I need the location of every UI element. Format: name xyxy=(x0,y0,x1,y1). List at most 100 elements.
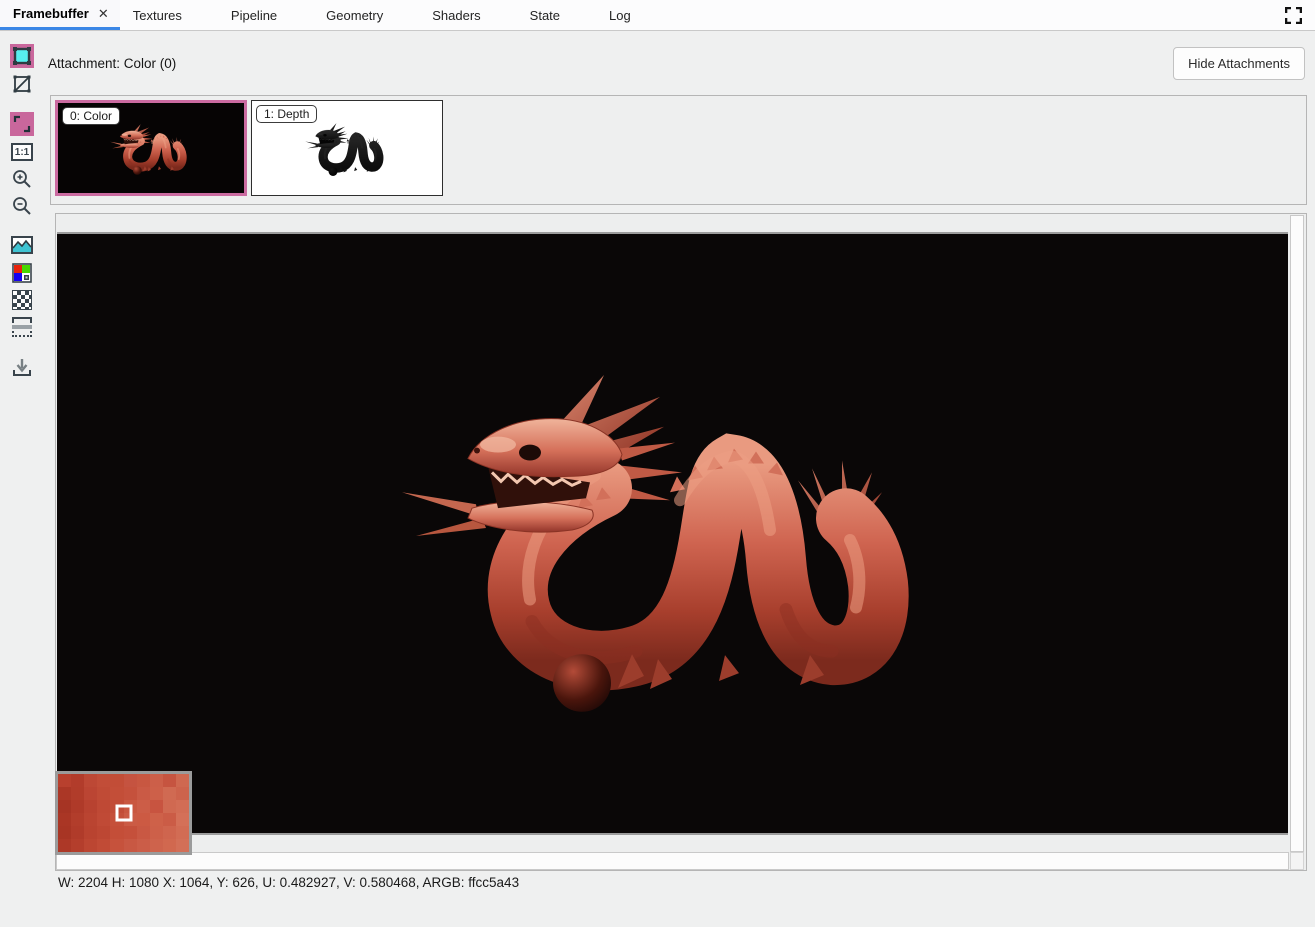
magnifier-pixel xyxy=(137,774,150,787)
attachment-thumb-color[interactable]: 0: Color xyxy=(55,100,247,196)
tab-textures-label: Textures xyxy=(133,8,182,23)
magnifier-pixel xyxy=(110,787,123,800)
hide-attachments-button[interactable]: Hide Attachments xyxy=(1173,47,1305,80)
magnifier-pixel xyxy=(124,787,137,800)
magnifier-pixel xyxy=(110,774,123,787)
attachment-thumb-depth[interactable]: 1: Depth xyxy=(251,100,443,196)
status-bar: W: 2204 H: 1080 X: 1064, Y: 626, U: 0.48… xyxy=(58,875,519,890)
viewer-toolbar: 1:1 xyxy=(0,31,46,927)
tab-pipeline-label: Pipeline xyxy=(231,8,277,23)
magnifier-pixel xyxy=(58,787,71,800)
magnifier-pixel xyxy=(150,787,163,800)
magnifier-pixel xyxy=(176,787,189,800)
magnifier-pixel xyxy=(84,800,97,813)
magnifier-pixel xyxy=(97,774,110,787)
magnifier-pixel xyxy=(163,800,176,813)
magnifier-pixel xyxy=(124,826,137,839)
tab-framebuffer[interactable]: Framebuffer ✕ xyxy=(0,0,120,30)
magnifier-pixel xyxy=(137,839,150,852)
magnifier-pixel xyxy=(84,774,97,787)
zoom-in-button[interactable] xyxy=(10,167,34,191)
horizontal-scrollbar[interactable] xyxy=(56,852,1289,870)
tab-log[interactable]: Log xyxy=(609,0,631,30)
magnifier-pixel xyxy=(150,800,163,813)
rgba-channels-icon xyxy=(12,263,32,283)
tab-pipeline[interactable]: Pipeline xyxy=(231,0,277,30)
save-image-button[interactable] xyxy=(10,355,34,379)
pixel-magnifier xyxy=(55,771,192,855)
magnifier-pixel xyxy=(163,813,176,826)
magnifier-pixel xyxy=(58,826,71,839)
magnifier-pixel xyxy=(97,787,110,800)
pixel-info-text: W: 2204 H: 1080 X: 1064, Y: 626, U: 0.48… xyxy=(58,875,519,890)
magnifier-pixel xyxy=(137,800,150,813)
magnifier-pixel xyxy=(176,839,189,852)
magnifier-pixel xyxy=(58,839,71,852)
tab-spacer xyxy=(120,0,133,30)
magnifier-pixel xyxy=(110,839,123,852)
magnifier-pixel xyxy=(58,813,71,826)
tab-textures[interactable]: Textures xyxy=(133,0,182,30)
actual-size-button[interactable]: 1:1 xyxy=(10,140,34,164)
attachments-panel: 0: Color 1: Depth xyxy=(50,95,1307,205)
magnifier-pixel xyxy=(97,800,110,813)
magnifier-pixel xyxy=(163,839,176,852)
alpha-checker-button[interactable] xyxy=(10,288,34,312)
rgba-channels-button[interactable] xyxy=(10,261,34,285)
magnifier-pixel xyxy=(150,839,163,852)
magnifier-pixel xyxy=(84,813,97,826)
image-view-button[interactable] xyxy=(10,233,34,257)
magnifier-pixel xyxy=(176,826,189,839)
tab-framebuffer-label: Framebuffer xyxy=(13,6,89,21)
magnifier-pixel xyxy=(163,774,176,787)
image-viewport xyxy=(55,213,1307,871)
save-image-icon xyxy=(12,357,32,377)
fit-window-button[interactable] xyxy=(10,112,34,136)
magnifier-reticle xyxy=(115,805,132,822)
zoom-in-icon xyxy=(12,169,32,189)
alpha-checker-icon xyxy=(12,290,32,310)
attachment-label: Attachment: Color (0) xyxy=(48,56,176,71)
attachment-thumb-depth-label: 1: Depth xyxy=(256,105,317,123)
magnifier-pixel xyxy=(150,826,163,839)
vertical-scrollbar[interactable] xyxy=(1290,215,1304,852)
magnifier-pixel xyxy=(58,774,71,787)
magnifier-pixel xyxy=(124,839,137,852)
tab-geometry[interactable]: Geometry xyxy=(326,0,383,30)
tab-state[interactable]: State xyxy=(530,0,560,30)
region-none-button[interactable] xyxy=(10,72,34,96)
magnifier-pixel xyxy=(137,787,150,800)
magnifier-pixel xyxy=(71,800,84,813)
magnifier-pixel xyxy=(150,813,163,826)
magnifier-pixel xyxy=(163,826,176,839)
tab-bar: Framebuffer ✕ Textures Pipeline Geometry… xyxy=(0,0,1315,31)
scrollbar-corner xyxy=(1290,852,1304,870)
tab-geometry-label: Geometry xyxy=(326,8,383,23)
actual-size-icon: 1:1 xyxy=(11,143,33,161)
region-color-button[interactable] xyxy=(10,44,34,68)
magnifier-pixel xyxy=(137,826,150,839)
tab-log-label: Log xyxy=(609,8,631,23)
magnifier-pixel xyxy=(71,774,84,787)
tab-close-icon[interactable]: ✕ xyxy=(98,6,109,22)
magnifier-pixel xyxy=(84,839,97,852)
magnifier-pixel xyxy=(163,787,176,800)
region-none-icon xyxy=(12,74,32,94)
fullscreen-button[interactable] xyxy=(1285,0,1302,30)
tab-shaders-label: Shaders xyxy=(432,8,480,23)
magnifier-pixel xyxy=(137,813,150,826)
tab-shaders[interactable]: Shaders xyxy=(432,0,480,30)
flip-vertical-button[interactable] xyxy=(10,315,34,339)
flip-vertical-icon xyxy=(12,317,32,337)
image-view-icon xyxy=(11,235,33,255)
magnifier-pixel xyxy=(71,839,84,852)
image-canvas[interactable] xyxy=(57,232,1288,835)
magnifier-pixel xyxy=(84,826,97,839)
magnifier-pixel xyxy=(71,826,84,839)
zoom-out-button[interactable] xyxy=(10,194,34,218)
zoom-out-icon xyxy=(12,196,32,216)
magnifier-pixel xyxy=(150,774,163,787)
magnifier-pixel xyxy=(71,787,84,800)
fit-window-icon xyxy=(13,115,31,133)
magnifier-pixel xyxy=(176,800,189,813)
